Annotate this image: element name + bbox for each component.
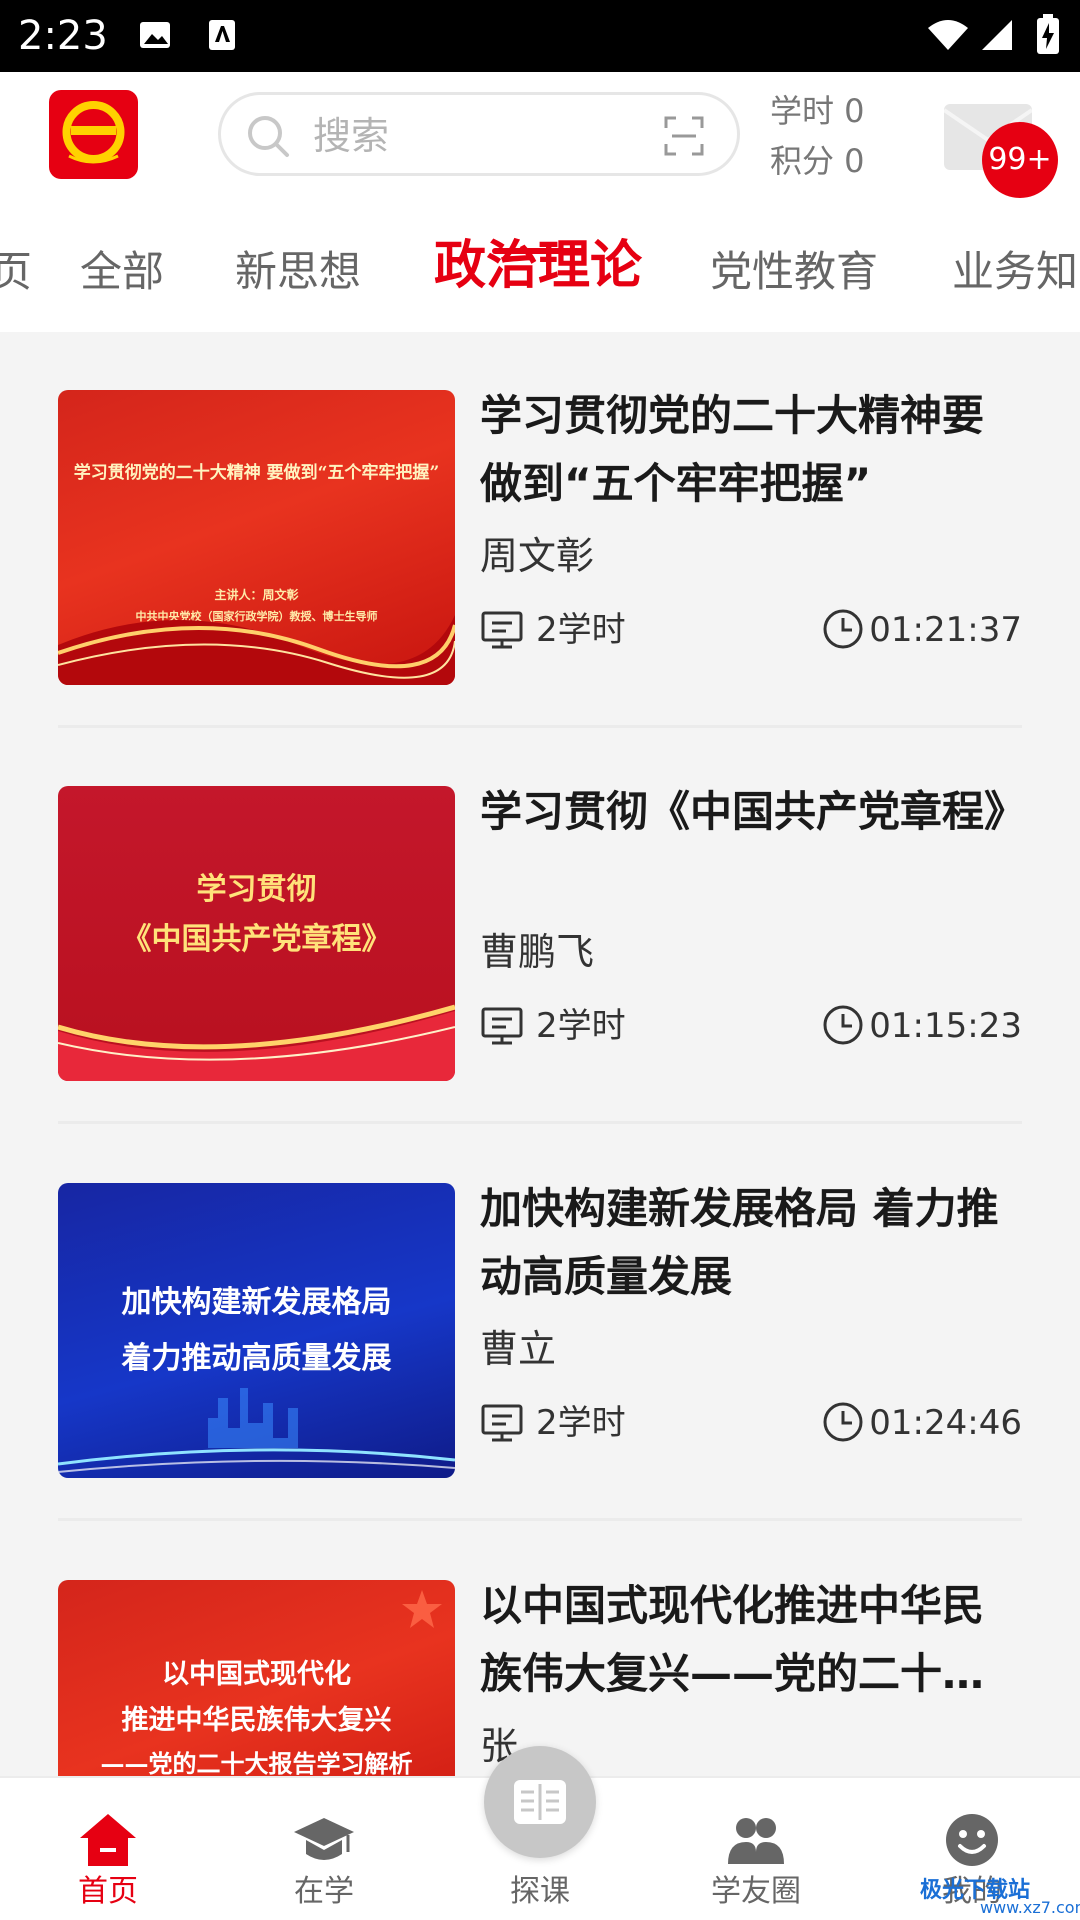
clock-icon: [823, 1402, 863, 1442]
nav-explore-label: 探课: [510, 1874, 570, 1909]
divider: [58, 1121, 1022, 1124]
course-hours-text: 2学时: [536, 1403, 626, 1443]
course-card[interactable]: 学习贯彻党的二十大精神 要做到“五个牢牢把握” 主讲人：周文彰 中共中央党校（国…: [58, 332, 1022, 728]
ribbon-wave: [58, 1004, 455, 1081]
course-thumbnail: 加快构建新发展格局 着力推动高质量发展: [58, 1183, 455, 1478]
image-notification-icon: [140, 22, 170, 48]
course-duration: 01:15:23: [822, 1004, 1022, 1048]
search-input[interactable]: 搜索: [218, 92, 740, 176]
lecture-screen-icon: [481, 1007, 523, 1045]
city-skyline: [58, 1388, 455, 1473]
clock-icon: [823, 609, 863, 649]
book-icon: [514, 1780, 566, 1824]
explore-center-button[interactable]: [484, 1746, 596, 1858]
app-logo[interactable]: [49, 90, 138, 179]
nav-friends-label: 学友圈: [711, 1874, 801, 1909]
study-hours: 学时 0: [770, 92, 865, 130]
user-stats[interactable]: 学时 0 积分 0: [770, 86, 865, 186]
tab-political-theory[interactable]: 政治理论: [434, 238, 642, 294]
course-thumbnail: 以中国式现代化 推进中华民族伟大复兴 ——党的二十大报告学习解析: [58, 1580, 455, 1776]
course-author: 曹鹏飞: [480, 930, 595, 974]
scan-icon[interactable]: [663, 115, 705, 157]
smiley-icon: [946, 1814, 998, 1866]
header: 搜索 学时 0 积分 0 99+ 页 全部 新思想 政治理论 党性教育 业务知: [0, 72, 1080, 332]
course-title: 学习贯彻党的二十大精神要做到“五个牢牢把握”: [480, 391, 985, 508]
tab-all[interactable]: 全部: [80, 244, 164, 300]
thumbnail-title: 学习贯彻: [196, 872, 317, 907]
clock-icon: [823, 1005, 863, 1045]
ribbon-wave: [58, 615, 455, 685]
unread-badge: 99+: [982, 122, 1058, 198]
category-tabs: 页 全部 新思想 政治理论 党性教育 业务知: [0, 222, 1080, 332]
course-duration-text: 01:21:37: [869, 610, 1022, 650]
watermark-url: www.xz7.com: [980, 1898, 1080, 1917]
course-hours-text: 2学时: [536, 610, 626, 650]
course-author: 曹立: [480, 1327, 557, 1371]
bottom-nav: 首页 在学 探课 学友圈 我的: [0, 1746, 1080, 1920]
tab-home-partial[interactable]: 页: [0, 244, 32, 300]
nav-home-label: 首页: [78, 1874, 138, 1909]
thumbnail-title: 加快构建新发展格局: [121, 1285, 392, 1320]
home-icon: [80, 1814, 136, 1866]
nav-explore[interactable]: 探课: [432, 1746, 648, 1920]
tab-business-knowledge[interactable]: 业务知: [952, 244, 1078, 300]
thumbnail-subtitle-2: ——党的二十大报告学习解析: [100, 1749, 413, 1776]
course-duration-text: 01:15:23: [869, 1006, 1022, 1046]
nav-studying[interactable]: 在学: [216, 1778, 432, 1920]
thumbnail-title: 学习贯彻党的二十大精神 要做到“五个牢牢把握”: [73, 463, 440, 483]
course-author: 周文彰: [480, 534, 595, 578]
thumbnail-subtitle: 推进中华民族伟大复兴: [121, 1705, 392, 1736]
course-duration: 01:24:46: [822, 1401, 1022, 1445]
course-title: 加快构建新发展格局 着力推动高质量发展: [480, 1184, 999, 1301]
course-title: 以中国式现代化推进中华民族伟大复兴——党的二十…: [480, 1581, 985, 1698]
tab-party-education[interactable]: 党性教育: [710, 244, 878, 300]
tab-new-thought[interactable]: 新思想: [235, 244, 361, 300]
nav-home[interactable]: 首页: [0, 1778, 216, 1920]
divider: [58, 1518, 1022, 1521]
nav-friends[interactable]: 学友圈: [648, 1778, 864, 1920]
graduation-cap-icon: [294, 1818, 354, 1860]
union-emblem-icon: [62, 101, 125, 164]
course-list: 学习贯彻党的二十大精神 要做到“五个牢牢把握” 主讲人：周文彰 中共中央党校（国…: [0, 332, 1080, 1776]
status-time: 2:23: [18, 13, 108, 59]
search-icon: [248, 116, 289, 157]
lecture-screen-icon: [481, 1404, 523, 1442]
course-thumbnail: 学习贯彻 《中国共产党章程》: [58, 786, 455, 1081]
star-emblem-icon: [402, 1590, 442, 1628]
status-bar: 2:23: [0, 0, 1080, 72]
points: 积分 0: [770, 142, 865, 180]
course-duration: 01:21:37: [822, 608, 1022, 652]
course-card[interactable]: 以中国式现代化 推进中华民族伟大复兴 ——党的二十大报告学习解析 以中国式现代化…: [58, 1522, 1022, 1776]
message-button[interactable]: 99+: [944, 104, 1064, 200]
battery-icon: [1037, 14, 1059, 54]
signal-icon: [982, 20, 1012, 50]
course-thumbnail: 学习贯彻党的二十大精神 要做到“五个牢牢把握” 主讲人：周文彰 中共中央党校（国…: [58, 390, 455, 685]
nav-studying-label: 在学: [294, 1874, 354, 1909]
search-placeholder: 搜索: [313, 114, 390, 158]
lecture-screen-icon: [481, 611, 523, 649]
text-notification-icon: [209, 20, 235, 50]
course-card[interactable]: 学习贯彻 《中国共产党章程》 学习贯彻《中国共产党章程》 曹鹏飞 2学时 01:…: [58, 728, 1022, 1124]
course-duration-text: 01:24:46: [869, 1403, 1022, 1443]
wifi-icon: [928, 20, 968, 50]
group-icon: [728, 1818, 784, 1864]
course-hours-text: 2学时: [536, 1006, 626, 1046]
course-title: 学习贯彻《中国共产党章程》: [480, 787, 1022, 836]
thumbnail-subtitle: 《中国共产党章程》: [121, 922, 392, 957]
thumbnail-title: 以中国式现代化: [162, 1659, 351, 1690]
active-tab-indicator: [492, 248, 586, 254]
course-card[interactable]: 加快构建新发展格局 着力推动高质量发展 加快构建新发展格局 着力推动高质量发展 …: [58, 1125, 1022, 1521]
